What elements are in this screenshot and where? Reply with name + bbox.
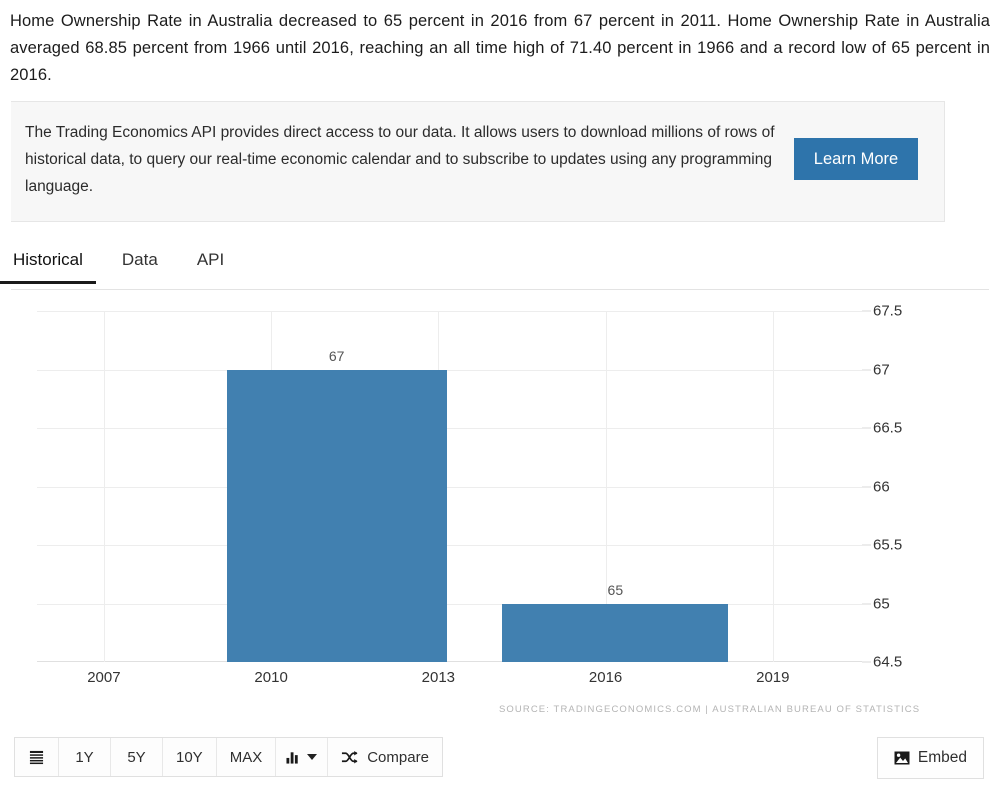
image-icon [894, 751, 910, 765]
chart-bar[interactable] [502, 603, 729, 662]
x-tick-label: 2019 [756, 669, 790, 686]
y-tick-mark [862, 369, 871, 370]
range-10y-button[interactable]: 10Y [163, 738, 217, 776]
compare-button[interactable]: Compare [328, 738, 442, 776]
y-tick-label: 65.5 [873, 536, 903, 554]
tab-bar: Historical Data API [0, 247, 989, 290]
y-tick-label: 67.5 [873, 302, 903, 320]
learn-more-button[interactable]: Learn More [794, 138, 918, 180]
y-tick-mark [862, 486, 871, 487]
chart-plot-area[interactable]: 67 65 [37, 311, 862, 662]
list-icon-glyph [29, 750, 44, 765]
y-tick-mark [862, 310, 871, 312]
intro-paragraph: Home Ownership Rate in Australia decreas… [10, 12, 990, 84]
chart-type-dropdown[interactable] [276, 738, 329, 776]
tab-api[interactable]: API [195, 247, 226, 283]
chart-toolbar[interactable]: 1Y 5Y 10Y MAX Compare [14, 737, 443, 777]
bar-value-label: 65 [607, 581, 624, 598]
y-tick-label: 64.5 [873, 653, 903, 671]
bar-chart-icon [286, 750, 301, 764]
y-tick-mark [862, 661, 871, 663]
y-tick-mark [862, 427, 871, 429]
y-tick-label: 65 [873, 595, 890, 612]
gridline-horizontal [37, 486, 862, 488]
tab-data[interactable]: Data [120, 247, 160, 283]
y-tick-label: 66.5 [873, 419, 903, 437]
gridline-vertical [103, 311, 105, 662]
chart-bar[interactable] [226, 369, 447, 662]
x-tick-label: 2016 [588, 669, 623, 686]
shuffle-icon [341, 750, 358, 765]
range-max-button[interactable]: MAX [216, 738, 277, 776]
y-tick-mark [862, 603, 871, 604]
gridline-horizontal [37, 311, 862, 312]
y-tick-mark [862, 544, 871, 546]
chart-container[interactable]: 67 65 67.5 67 66.5 66 65.5 65 64.5 2007 2010 2013… [11, 295, 989, 727]
embed-button[interactable]: Embed [876, 737, 984, 779]
y-tick-label: 67 [873, 361, 890, 378]
api-promo-text: The Trading Economics API provides direc… [25, 124, 775, 195]
chart-source-label: SOURCE: TRADINGECONOMICS.COM | AUSTRALIA… [499, 704, 921, 715]
chevron-down-icon [307, 754, 318, 760]
range-1y-button[interactable]: 1Y [59, 738, 111, 776]
gridline-horizontal [37, 428, 862, 429]
gridline-vertical [772, 311, 774, 662]
x-tick-label: 2013 [421, 669, 456, 686]
x-tick-label: 2007 [87, 669, 121, 686]
compare-label: Compare [367, 748, 429, 766]
bar-value-label: 67 [328, 347, 345, 364]
embed-label: Embed [917, 749, 967, 766]
tab-historical[interactable]: Historical [0, 247, 96, 284]
chart-baseline [37, 661, 862, 662]
gridline-horizontal [37, 369, 862, 371]
gridline-horizontal [37, 603, 862, 605]
range-5y-button[interactable]: 5Y [111, 738, 163, 776]
y-tick-label: 66 [873, 478, 890, 495]
list-icon[interactable] [15, 738, 59, 776]
gridline-horizontal [37, 545, 862, 546]
x-tick-label: 2010 [254, 669, 288, 686]
page-root: Home Ownership Rate in Australia decreas… [0, 0, 1000, 802]
api-promo-box: The Trading Economics API provides direc… [11, 101, 945, 222]
